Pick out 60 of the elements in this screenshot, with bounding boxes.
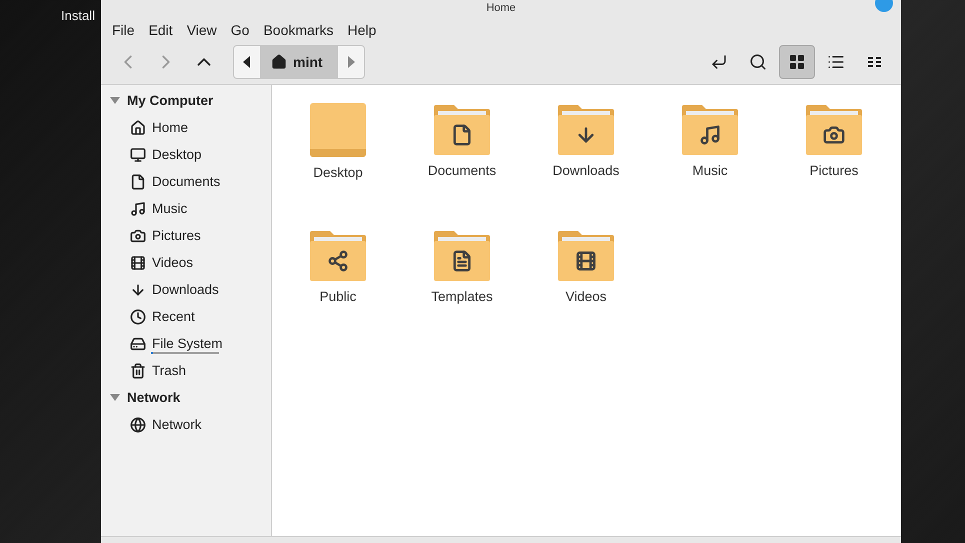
sidebar-item[interactable]: Desktop: [101, 141, 202, 168]
triangle-right-icon: [346, 56, 355, 68]
recent-icon: [130, 308, 146, 324]
sidebar-item[interactable]: Music: [101, 195, 188, 222]
menu-item[interactable]: Go: [224, 20, 256, 40]
sidebar-item[interactable]: Documents: [101, 168, 220, 195]
folder-item[interactable]: Public: [276, 229, 400, 355]
filesystem-icon: [130, 336, 146, 352]
folder-icon: [434, 229, 490, 281]
downloads-icon: [130, 282, 146, 298]
sidebar-section-header[interactable]: My Computer: [101, 87, 214, 114]
sidebar-section-header[interactable]: Network: [101, 384, 180, 411]
folder-icon: [310, 229, 366, 281]
sidebar-item[interactable]: File System: [101, 330, 223, 357]
folder-item[interactable]: Documents: [400, 103, 524, 229]
folder-icon: [682, 103, 738, 155]
icons-view-button[interactable]: [779, 45, 815, 79]
window-title: Home: [486, 2, 516, 14]
sidebar-item[interactable]: Recent: [101, 303, 195, 330]
compact-list-icon: [868, 56, 882, 68]
location-icon: [710, 53, 728, 71]
sidebar-item[interactable]: Trash: [101, 357, 186, 384]
path-segment[interactable]: mint: [260, 46, 338, 78]
sidebar-item[interactable]: Network: [101, 411, 202, 438]
expander-triangle-icon: [110, 394, 120, 402]
home-icon: [130, 120, 146, 136]
sidebar-item[interactable]: Pictures: [101, 222, 201, 249]
videos-icon: [130, 254, 146, 270]
folder-item[interactable]: Music: [648, 103, 772, 229]
trash-icon: [130, 362, 146, 378]
folder-icon: [434, 103, 490, 155]
list-icon: [827, 53, 845, 71]
desktop-icon: [130, 146, 146, 162]
menu-item[interactable]: File: [105, 20, 142, 40]
network-icon: [130, 416, 146, 432]
sidebar-item[interactable]: Downloads: [101, 276, 219, 303]
folder-item[interactable]: Desktop: [276, 103, 400, 229]
folder-icon: [558, 229, 614, 281]
pictures-icon: [130, 228, 146, 244]
menu-item[interactable]: Bookmarks: [256, 20, 340, 40]
expander-triangle-icon: [110, 96, 120, 104]
sidebar-item[interactable]: Home: [101, 114, 188, 141]
menu-item[interactable]: Help: [340, 20, 384, 40]
folder-icon: [310, 103, 366, 157]
folder-icon: [806, 103, 862, 155]
folder-item[interactable]: Pictures: [772, 103, 896, 229]
desktop-icon-label[interactable]: Install: [61, 8, 95, 23]
folder-item[interactable]: Downloads: [524, 103, 648, 229]
menu-item[interactable]: Edit: [142, 20, 180, 40]
home-icon: [271, 54, 287, 70]
grid-icon: [789, 54, 805, 70]
triangle-left-icon: [243, 56, 251, 68]
documents-icon: [130, 174, 146, 190]
menu-item[interactable]: View: [180, 20, 224, 40]
folder-item[interactable]: Videos: [524, 229, 648, 355]
sidebar-item[interactable]: Videos: [101, 249, 194, 276]
music-icon: [130, 200, 146, 216]
search-icon: [749, 53, 767, 71]
folder-icon: [558, 103, 614, 155]
folder-item[interactable]: Templates: [400, 229, 524, 355]
